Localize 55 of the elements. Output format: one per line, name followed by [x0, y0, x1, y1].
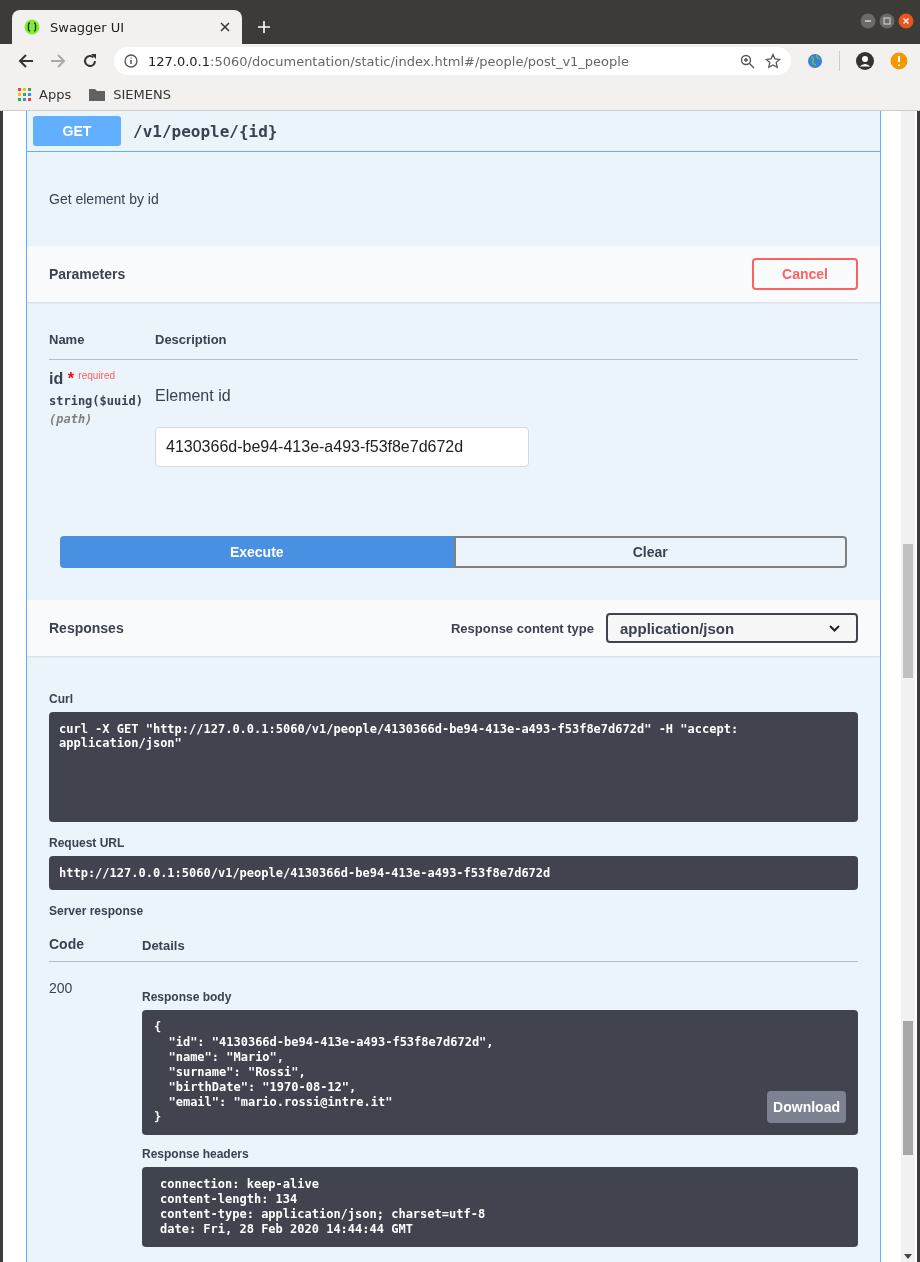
- content-type-label: Response content type: [450, 620, 594, 636]
- section-title: Parameters: [49, 266, 127, 282]
- folder-icon: [89, 87, 106, 101]
- column-header: Name: [49, 332, 86, 347]
- response-headers: connection: keep-alive content-length: 134 content-type: application/json; charset=utf-8 date: Fri, 28 Feb 2020 14:44:44 GMT: [142, 1167, 858, 1247]
- parameter-type: string($uuid): [49, 394, 144, 408]
- content-type-select[interactable]: application/json: [606, 613, 858, 643]
- reload-icon[interactable]: [82, 53, 98, 69]
- address-bar[interactable]: 127.0.0.1:5060/documentation/static/index.html#/people/post_v1_people: [114, 47, 791, 75]
- star-icon[interactable]: [765, 53, 781, 69]
- parameter-input[interactable]: 4130366d-be94-413e-a493-f53f8e7d672d: [155, 427, 529, 467]
- scrollbar-thumb[interactable]: [903, 544, 913, 678]
- scroll-down-icon[interactable]: [904, 1254, 912, 1259]
- response-headers-label: Response headers: [142, 1147, 250, 1161]
- bookmark-item[interactable]: SIEMENS: [89, 86, 171, 102]
- maximize-icon[interactable]: [879, 13, 895, 29]
- tab-title: Swagger UI: [50, 19, 126, 35]
- parameter-name: id: [49, 370, 64, 387]
- scrollbar-thumb[interactable]: [903, 1021, 913, 1155]
- parameter-location: (path): [49, 412, 94, 426]
- back-icon[interactable]: [18, 53, 34, 69]
- section-title: Responses: [49, 620, 125, 636]
- curl-label: Curl: [49, 692, 74, 706]
- request-url-label: Request URL: [49, 836, 126, 850]
- request-url: http://127.0.0.1:5060/v1/people/4130366d-be94-413e-a493-f53f8e7d672d: [49, 856, 858, 890]
- parameter-description: Element id: [155, 387, 232, 405]
- download-button[interactable]: Download: [767, 1091, 846, 1123]
- browser-tab[interactable]: Swagger UI: [12, 10, 242, 44]
- response-code: 200: [49, 980, 74, 998]
- clear-button[interactable]: Clear: [453, 536, 847, 568]
- zoom-icon[interactable]: [740, 53, 755, 69]
- globe-icon[interactable]: [807, 53, 823, 69]
- server-response-label: Server response: [49, 904, 145, 918]
- operation-description: Get element by id: [48, 190, 160, 209]
- bookmark-item[interactable]: Apps: [18, 86, 72, 102]
- scrollbar[interactable]: [901, 111, 915, 1262]
- chevron-down-icon: [829, 624, 840, 632]
- curl-command: curl -X GET "http://127.0.0.1:5060/v1/people/4130366d-be94-413e-a493-f53f8e7d672d" -H "accept: application/json": [49, 712, 858, 822]
- minimize-icon[interactable]: [860, 13, 876, 29]
- column-header: Code: [49, 936, 85, 953]
- close-icon[interactable]: [220, 22, 230, 32]
- apps-grid-icon: [18, 87, 31, 101]
- url-text: 127.0.0.1:5060/documentation/static/index.html#/people/post_v1_people: [148, 53, 630, 69]
- info-icon[interactable]: [124, 54, 138, 68]
- column-header: Description: [155, 332, 227, 347]
- method-badge: GET: [33, 116, 121, 146]
- required-label: required: [78, 370, 116, 381]
- plus-icon[interactable]: [258, 21, 270, 33]
- close-icon[interactable]: [898, 13, 914, 29]
- endpoint-path[interactable]: /v1/people/{id}: [133, 121, 278, 141]
- response-body-label: Response body: [142, 990, 233, 1004]
- account-icon[interactable]: [856, 52, 874, 70]
- required-mark: *: [67, 370, 74, 387]
- bracket-logo-icon: [24, 19, 40, 35]
- column-header: Details: [142, 937, 185, 953]
